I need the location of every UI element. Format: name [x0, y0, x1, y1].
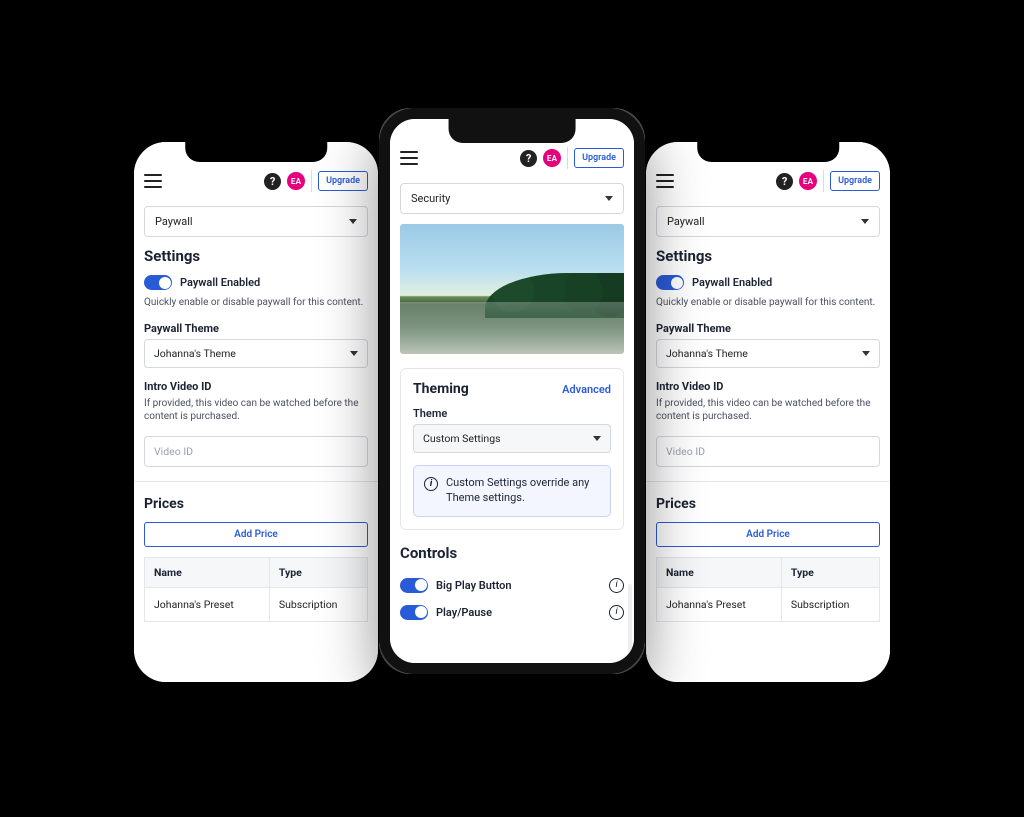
avatar[interactable]: EA [799, 172, 817, 190]
big-play-toggle[interactable] [400, 578, 428, 593]
divider [823, 170, 824, 192]
theme-value: Johanna's Theme [666, 347, 748, 360]
upgrade-button[interactable]: Upgrade [830, 171, 880, 191]
divider [646, 481, 890, 482]
avatar[interactable]: EA [543, 149, 561, 167]
info-callout: i Custom Settings override any Theme set… [413, 465, 611, 517]
section-dropdown[interactable]: Security [400, 183, 624, 214]
notch [697, 142, 839, 162]
theme-select[interactable]: Johanna's Theme [144, 339, 368, 368]
chevron-down-icon [350, 351, 358, 356]
cell-name: Johanna's Preset [145, 587, 270, 621]
play-pause-toggle[interactable] [400, 605, 428, 620]
cell-type: Subscription [269, 587, 367, 621]
info-icon: i [424, 477, 438, 491]
theming-card: Theming Advanced Theme Custom Settings i… [400, 368, 624, 530]
help-icon[interactable]: ? [520, 150, 537, 167]
prices-title: Prices [144, 496, 368, 512]
avatar[interactable]: EA [287, 172, 305, 190]
intro-label: Intro Video ID [144, 380, 368, 393]
prices-table: Name Type Johanna's Preset Subscription [144, 557, 368, 622]
cell-name: Johanna's Preset [657, 587, 782, 621]
table-row[interactable]: Johanna's Preset Subscription [657, 587, 880, 621]
theme-value: Johanna's Theme [154, 347, 236, 360]
intro-desc: If provided, this video can be watched b… [144, 397, 368, 424]
help-icon[interactable]: ? [264, 173, 281, 190]
section-dropdown[interactable]: Paywall [656, 206, 880, 237]
prices-title: Prices [656, 496, 880, 512]
col-type: Type [781, 557, 879, 587]
paywall-toggle-desc: Quickly enable or disable paywall for th… [144, 296, 368, 310]
menu-icon[interactable] [400, 151, 418, 165]
chevron-down-icon [861, 219, 869, 224]
divider [567, 147, 568, 169]
divider [134, 481, 378, 482]
control-row: Play/Pause i [400, 599, 624, 626]
control-row: Big Play Button i [400, 572, 624, 599]
theme-value: Custom Settings [423, 432, 501, 445]
col-name: Name [657, 557, 782, 587]
paywall-toggle[interactable] [144, 275, 172, 290]
col-name: Name [145, 557, 270, 587]
paywall-toggle-desc: Quickly enable or disable paywall for th… [656, 296, 880, 310]
dropdown-value: Paywall [155, 215, 193, 228]
table-header-row: Name Type [145, 557, 368, 587]
theme-select[interactable]: Johanna's Theme [656, 339, 880, 368]
add-price-button[interactable]: Add Price [144, 522, 368, 547]
col-type: Type [269, 557, 367, 587]
advanced-link[interactable]: Advanced [562, 383, 611, 396]
intro-desc: If provided, this video can be watched b… [656, 397, 880, 424]
notch [449, 119, 576, 143]
dropdown-value: Paywall [667, 215, 705, 228]
theme-label: Paywall Theme [656, 322, 880, 335]
control-label: Big Play Button [436, 579, 512, 592]
phone-center: ? EA Upgrade Security [379, 108, 645, 674]
add-price-button[interactable]: Add Price [656, 522, 880, 547]
chevron-down-icon [862, 351, 870, 356]
menu-icon[interactable] [144, 174, 162, 188]
upgrade-button[interactable]: Upgrade [574, 148, 624, 168]
scrollbar-track [628, 584, 632, 663]
paywall-toggle-label: Paywall Enabled [180, 276, 260, 289]
theme-label: Paywall Theme [144, 322, 368, 335]
dropdown-value: Security [411, 192, 450, 205]
chevron-down-icon [349, 219, 357, 224]
chevron-down-icon [593, 436, 601, 441]
paywall-toggle[interactable] [656, 275, 684, 290]
theme-field-label: Theme [413, 407, 611, 420]
intro-label: Intro Video ID [656, 380, 880, 393]
table-header-row: Name Type [657, 557, 880, 587]
phone-right: ? EA Upgrade Paywall Settings Paywall En… [646, 142, 890, 682]
theming-title: Theming [413, 381, 469, 397]
menu-icon[interactable] [656, 174, 674, 188]
notch [185, 142, 327, 162]
table-row[interactable]: Johanna's Preset Subscription [145, 587, 368, 621]
controls-title: Controls [400, 544, 624, 562]
video-id-input[interactable] [656, 436, 880, 467]
info-icon[interactable]: i [609, 578, 624, 593]
cell-type: Subscription [781, 587, 879, 621]
info-icon[interactable]: i [609, 605, 624, 620]
phone-left: ? EA Upgrade Paywall Settings Paywall En… [134, 142, 378, 682]
help-icon[interactable]: ? [776, 173, 793, 190]
section-dropdown[interactable]: Paywall [144, 206, 368, 237]
paywall-toggle-label: Paywall Enabled [692, 276, 772, 289]
upgrade-button[interactable]: Upgrade [318, 171, 368, 191]
video-id-input[interactable] [144, 436, 368, 467]
info-text: Custom Settings override any Theme setti… [446, 476, 600, 506]
video-preview-image [400, 224, 624, 354]
settings-title: Settings [144, 247, 368, 265]
divider [311, 170, 312, 192]
chevron-down-icon [605, 196, 613, 201]
theme-select[interactable]: Custom Settings [413, 424, 611, 453]
prices-table: Name Type Johanna's Preset Subscription [656, 557, 880, 622]
control-label: Play/Pause [436, 606, 492, 619]
settings-title: Settings [656, 247, 880, 265]
